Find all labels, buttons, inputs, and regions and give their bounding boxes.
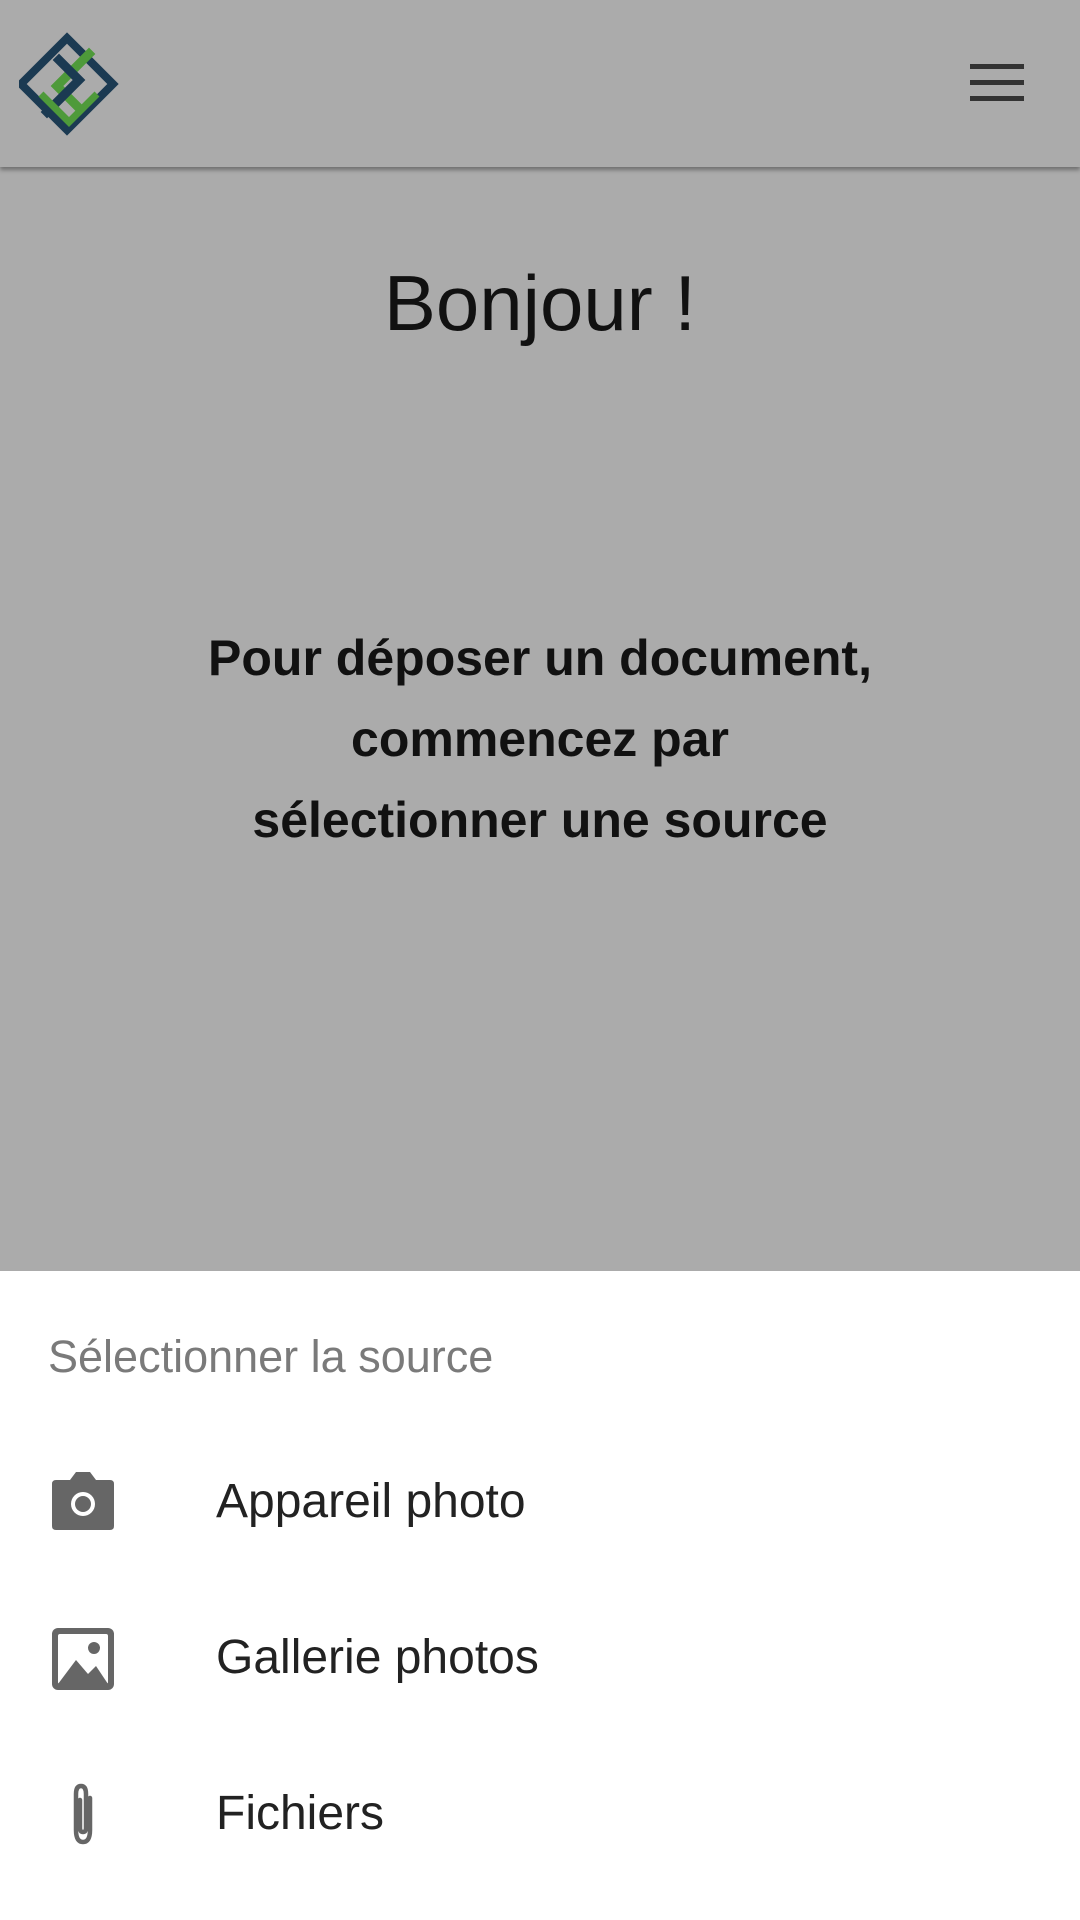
greeting-title: Bonjour ! — [383, 259, 697, 347]
option-gallery[interactable]: Gallerie photos — [0, 1580, 1080, 1736]
paperclip-icon — [48, 1780, 118, 1850]
top-app-bar — [0, 0, 1080, 167]
option-label: Appareil photo — [216, 1475, 526, 1528]
instruction-line: commencez par — [351, 711, 729, 767]
instruction-text: Pour déposer un document, commencez par … — [90, 618, 990, 861]
option-label: Fichiers — [216, 1787, 385, 1840]
sheet-title: Sélectionner la source — [48, 1331, 494, 1382]
camera-icon — [48, 1468, 118, 1538]
logo-icon — [15, 32, 119, 136]
hamburger-menu-icon[interactable] — [960, 56, 1034, 112]
app-logo[interactable] — [15, 24, 119, 144]
option-label: Gallerie photos — [216, 1631, 539, 1684]
instruction-line: Pour déposer un document, — [208, 630, 872, 686]
option-files[interactable]: Fichiers — [0, 1736, 1080, 1892]
menu-bar-line — [970, 80, 1024, 85]
menu-bar-line — [970, 64, 1024, 69]
menu-bar-line — [970, 96, 1024, 101]
image-icon — [48, 1624, 118, 1694]
instruction-line: sélectionner une source — [252, 792, 828, 848]
option-camera[interactable]: Appareil photo — [0, 1424, 1080, 1580]
